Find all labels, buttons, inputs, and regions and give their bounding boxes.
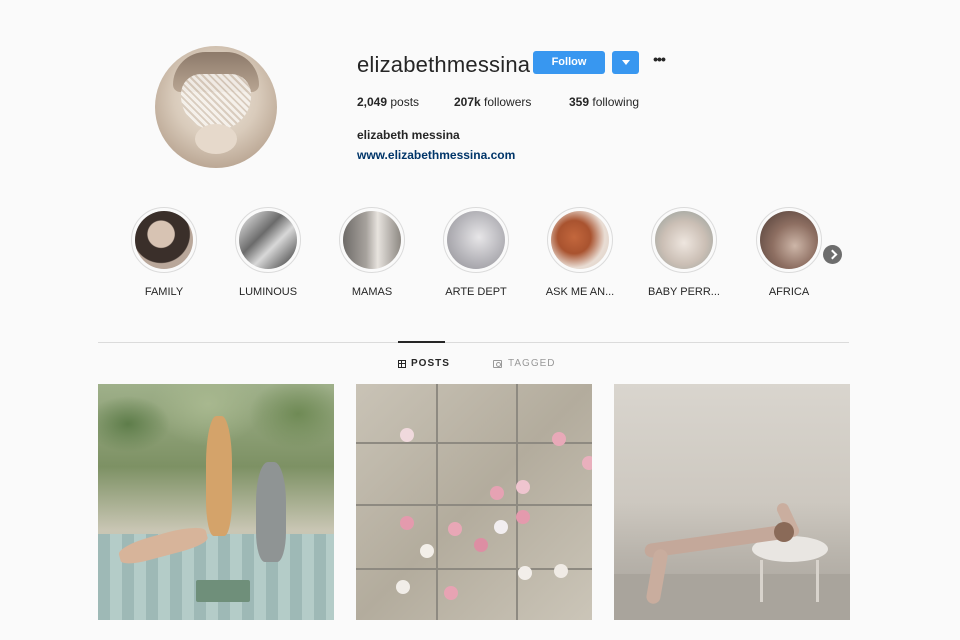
tab-posts-label: POSTS	[411, 358, 450, 369]
avatar-face	[195, 124, 237, 154]
post-image-flower	[554, 564, 568, 578]
highlight-ring	[651, 207, 717, 273]
followers-label: followers	[484, 95, 532, 109]
highlight-ring	[339, 207, 405, 273]
post-image-flower	[444, 586, 458, 600]
highlight-label: BABY PERR...	[648, 286, 720, 298]
highlight-arte-dept[interactable]: ARTE DEPT	[416, 207, 536, 307]
post-image-flower	[490, 486, 504, 500]
highlight-family[interactable]: FAMILY	[104, 207, 224, 307]
suggestions-dropdown-button[interactable]	[612, 51, 639, 74]
highlight-mamas[interactable]: MAMAS	[312, 207, 432, 307]
caret-down-icon	[622, 60, 630, 65]
post-image-step	[196, 580, 250, 602]
posts-count-stat: 2,049 posts	[357, 95, 419, 109]
post-image-stool-leg	[760, 560, 763, 602]
tabs-divider	[98, 342, 849, 343]
profile-avatar[interactable]	[155, 46, 277, 168]
posts-count: 2,049	[357, 95, 388, 109]
tab-posts[interactable]: POSTS	[398, 358, 450, 369]
highlight-luminous[interactable]: LUMINOUS	[208, 207, 328, 307]
highlight-cover	[760, 211, 818, 269]
tab-tagged[interactable]: TAGGED	[493, 358, 555, 369]
follow-button[interactable]: Follow	[533, 51, 605, 74]
highlight-ring	[131, 207, 197, 273]
post-image-flower	[448, 522, 462, 536]
chevron-right-icon[interactable]	[823, 245, 842, 264]
post-thumbnail[interactable]	[614, 384, 850, 620]
post-image-flower	[420, 544, 434, 558]
highlight-baby-perr[interactable]: BABY PERR...	[624, 207, 744, 307]
highlight-cover	[447, 211, 505, 269]
highlight-ask-me[interactable]: ASK ME AN...	[520, 207, 640, 307]
following-stat[interactable]: 359 following	[569, 95, 639, 109]
more-options-button[interactable]: •••	[650, 52, 668, 70]
highlight-label: ARTE DEPT	[445, 286, 507, 298]
highlight-ring	[756, 207, 822, 273]
highlight-label: LUMINOUS	[238, 286, 298, 298]
highlight-label: MAMAS	[351, 286, 393, 298]
post-thumbnail[interactable]	[356, 384, 592, 620]
tab-tagged-label: TAGGED	[508, 358, 556, 369]
post-image-flower	[474, 538, 488, 552]
post-image-flower	[400, 428, 414, 442]
followers-stat[interactable]: 207k followers	[454, 95, 531, 109]
following-count: 359	[569, 95, 590, 109]
highlight-ring	[547, 207, 613, 273]
profile-username: elizabethmessina	[357, 52, 531, 77]
highlight-ring	[443, 207, 509, 273]
highlight-label: AFRICA	[768, 286, 810, 298]
profile-website-link[interactable]: www.elizabethmessina.com	[357, 148, 515, 162]
posts-label: posts	[390, 95, 420, 109]
grid-icon	[398, 359, 406, 368]
post-image-figure	[256, 462, 286, 562]
post-image-flower	[400, 516, 414, 530]
post-image-figure-head	[774, 522, 794, 542]
highlight-label: FAMILY	[144, 286, 184, 298]
post-image-figure	[206, 416, 232, 536]
highlight-cover	[135, 211, 193, 269]
highlight-ring	[235, 207, 301, 273]
post-image-flower	[552, 432, 566, 446]
highlight-cover	[239, 211, 297, 269]
following-label: following	[592, 95, 640, 109]
avatar-lace-mask	[181, 74, 251, 130]
highlight-label: ASK ME AN...	[545, 286, 615, 298]
post-image-flower	[582, 456, 592, 470]
active-tab-indicator	[398, 341, 445, 343]
post-thumbnail[interactable]	[98, 384, 334, 620]
highlight-cover	[655, 211, 713, 269]
tag-icon	[493, 359, 502, 368]
post-image-flower	[396, 580, 410, 594]
post-image-flower	[518, 566, 532, 580]
followers-count: 207k	[454, 95, 481, 109]
highlight-cover	[343, 211, 401, 269]
post-image-stool-leg	[816, 560, 819, 602]
post-image-flower	[516, 510, 530, 524]
post-image-flower	[516, 480, 530, 494]
highlight-cover	[551, 211, 609, 269]
profile-full-name: elizabeth messina	[357, 128, 460, 142]
post-image-flower	[494, 520, 508, 534]
